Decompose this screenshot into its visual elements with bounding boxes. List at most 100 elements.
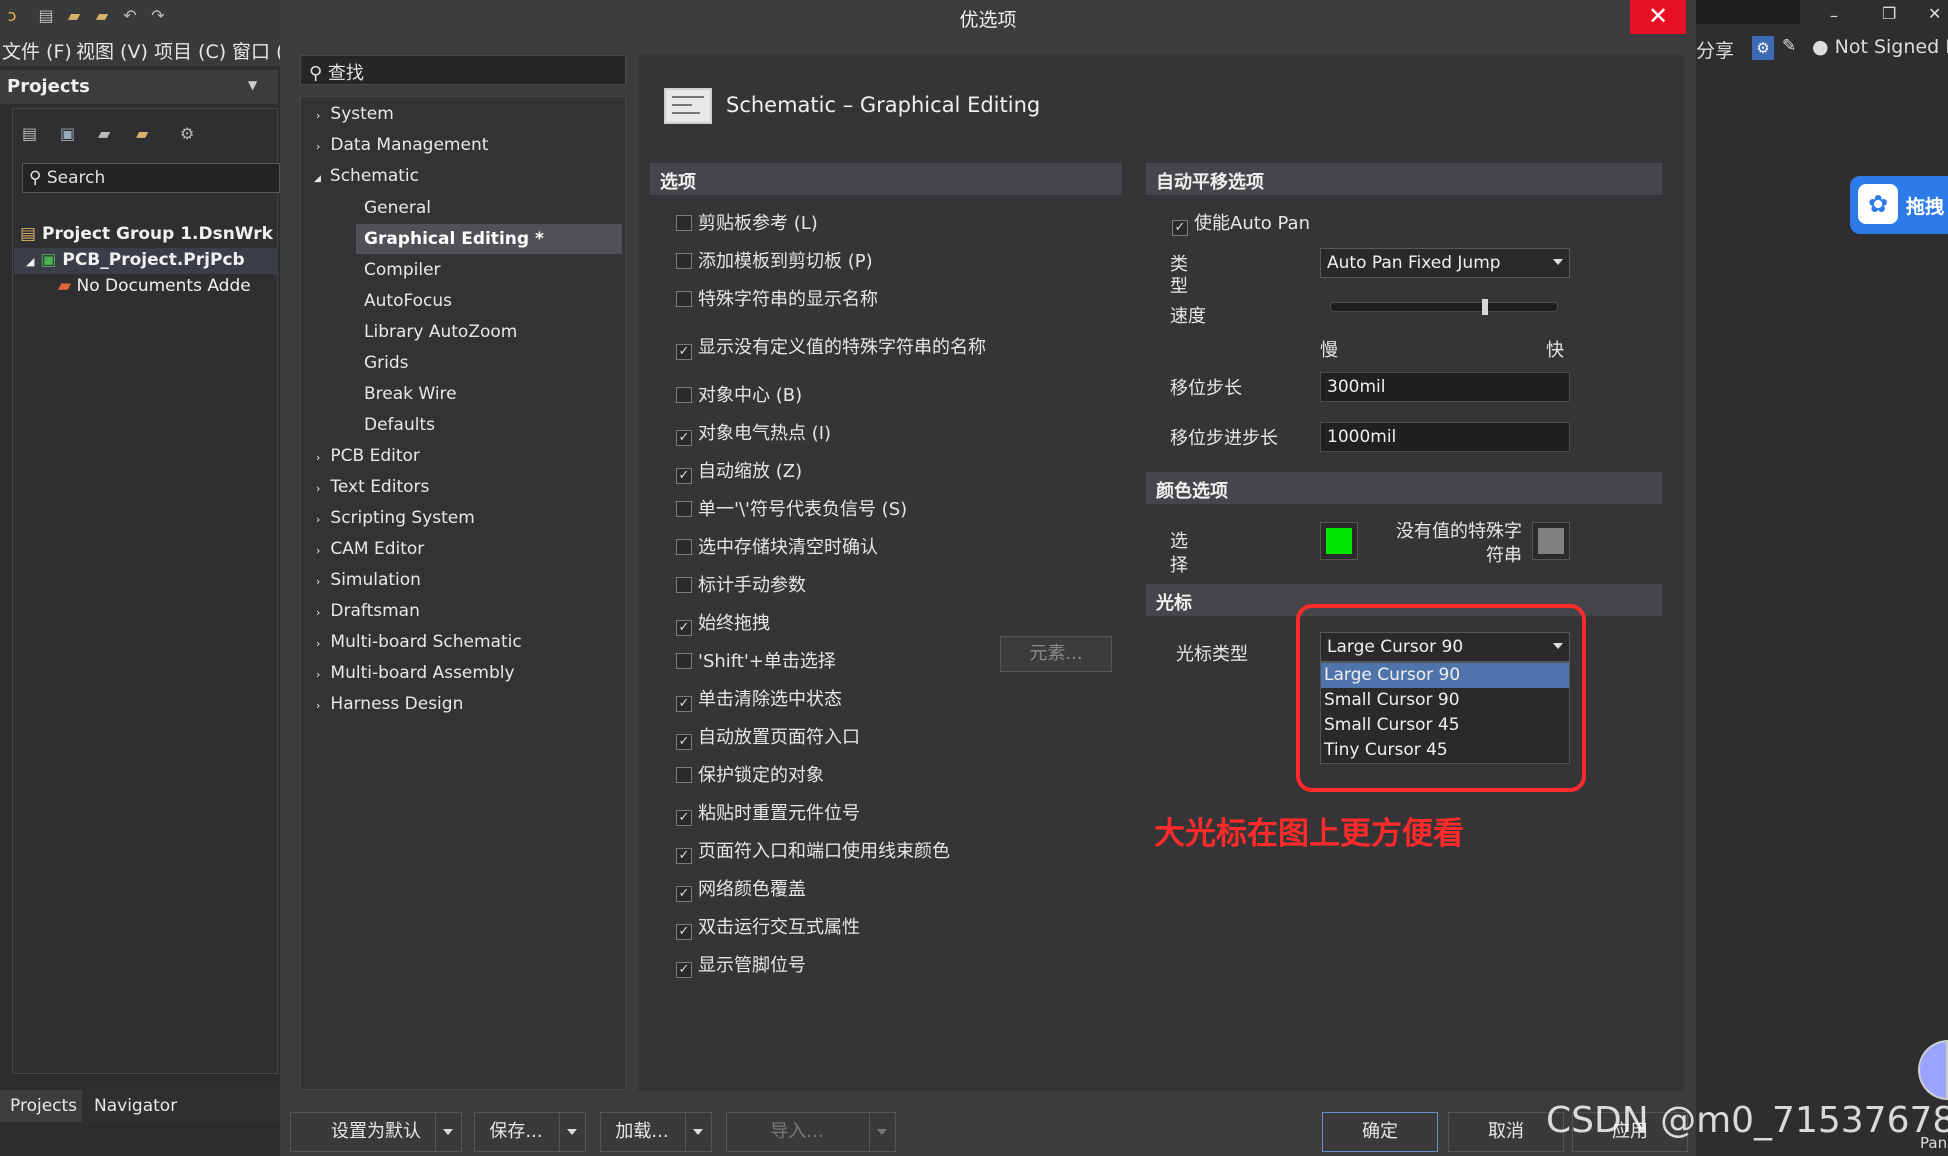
close-icon[interactable]: ✕ <box>1928 4 1941 23</box>
account-status[interactable]: ● Not Signed I <box>1812 36 1948 58</box>
option-checkbox[interactable]: 特殊字符串的显示名称 <box>676 288 878 312</box>
load-dropdown[interactable] <box>685 1113 711 1151</box>
notifications-icon[interactable]: ✎ <box>1782 36 1796 56</box>
option-checkbox[interactable]: ✓ 对象电气热点 (I) <box>676 422 831 446</box>
option-checkbox[interactable]: ✓ 双击运行交互式属性 <box>676 916 860 940</box>
nav-item-multi-board-assembly[interactable]: › Multi-board Assembly <box>316 663 515 683</box>
import-button[interactable]: 导入... <box>726 1112 896 1152</box>
nav-label: Draftsman <box>330 601 420 621</box>
set-default-button[interactable]: 设置为默认 <box>290 1112 462 1152</box>
redo-icon[interactable]: ↷ <box>148 6 168 26</box>
option-checkbox[interactable]: 'Shift'+单击选择 <box>676 650 836 674</box>
save-icon[interactable]: ▤ <box>22 124 37 143</box>
share-label[interactable]: 分享 <box>1696 36 1734 63</box>
ok-button[interactable]: 确定 <box>1322 1112 1438 1152</box>
load-button[interactable]: 加载... <box>600 1112 712 1152</box>
tree-item-project-group[interactable]: ▤ Project Group 1.DsnWrk <box>20 224 273 244</box>
nav-item-system[interactable]: › System <box>316 104 394 124</box>
cloud-drag-widget[interactable]: ✿ 拖拽 <box>1850 176 1948 234</box>
nav-item-harness-design[interactable]: › Harness Design <box>316 694 463 714</box>
checkbox-box: ✓ <box>676 620 692 636</box>
menu-window[interactable]: 窗口 ( <box>232 37 283 64</box>
nav-item-general[interactable]: General <box>364 198 431 218</box>
projects-panel-title: Projects <box>7 76 90 97</box>
set-default-dropdown[interactable] <box>435 1113 461 1151</box>
elements-button[interactable]: 元素... <box>1000 636 1112 672</box>
enable-autopan-checkbox[interactable]: ✓ 使能Auto Pan <box>1172 212 1310 236</box>
option-checkbox[interactable]: ✓ 单击清除选中状态 <box>676 688 842 712</box>
page-title: Schematic – Graphical Editing <box>726 93 1041 117</box>
menu-project[interactable]: 项目 (C) <box>154 37 226 64</box>
nav-item-multi-board-schematic[interactable]: › Multi-board Schematic <box>316 632 522 652</box>
option-checkbox[interactable]: ✓ 始终拖拽 <box>676 612 770 636</box>
import-dropdown[interactable] <box>869 1113 895 1151</box>
open-folder-icon[interactable]: ▰ <box>136 124 148 143</box>
option-checkbox[interactable]: ✓ 自动缩放 (Z) <box>676 460 802 484</box>
option-checkbox[interactable]: ✓ 显示没有定义值的特殊字符串的名称 <box>676 336 986 360</box>
projects-search-input[interactable]: ⚲ Search <box>22 163 280 193</box>
preferences-search-input[interactable]: ⚲ 查找 <box>300 55 626 85</box>
tree-item-no-documents[interactable]: ▰ No Documents Adde <box>58 276 251 296</box>
option-checkbox[interactable]: 标计手动参数 <box>676 574 806 598</box>
open-folder-icon[interactable]: ▰ <box>64 6 84 26</box>
nav-item-pcb-editor[interactable]: › PCB Editor <box>316 446 420 466</box>
autopan-speed-slider[interactable] <box>1330 299 1558 315</box>
option-checkbox[interactable]: ✓ 粘贴时重置元件位号 <box>676 802 860 826</box>
selection-color-swatch[interactable] <box>1320 522 1358 560</box>
nav-item-break-wire[interactable]: Break Wire <box>364 384 457 404</box>
save-button[interactable]: 保存... <box>474 1112 586 1152</box>
option-checkbox[interactable]: 添加模板到剪切板 (P) <box>676 250 873 274</box>
gear-icon[interactable]: ⚙ <box>180 124 194 143</box>
no-value-string-color-swatch[interactable] <box>1532 522 1570 560</box>
checkbox-label: 选中存储块清空时确认 <box>698 537 878 558</box>
save-project-icon[interactable]: ▣ <box>60 124 75 143</box>
nav-item-data-management[interactable]: › Data Management <box>316 135 488 155</box>
open-project-icon[interactable]: ▰ <box>92 6 112 26</box>
tab-navigator[interactable]: Navigator <box>84 1090 180 1122</box>
undo-icon[interactable]: ↶ <box>120 6 140 26</box>
option-checkbox[interactable]: 剪贴板参考 (L) <box>676 212 818 236</box>
shift-step-size-input[interactable]: 1000mil <box>1320 422 1570 452</box>
restore-icon[interactable]: ❐ <box>1882 4 1896 23</box>
close-button[interactable]: ✕ <box>1630 0 1686 34</box>
nav-item-grids[interactable]: Grids <box>364 353 409 373</box>
nav-item-text-editors[interactable]: › Text Editors <box>316 477 429 497</box>
panel-menu-chevron-icon[interactable]: ▼ <box>248 78 257 92</box>
nav-item-scripting-system[interactable]: › Scripting System <box>316 508 475 528</box>
nav-item-draftsman[interactable]: › Draftsman <box>316 601 420 621</box>
tab-projects[interactable]: Projects <box>0 1090 82 1122</box>
project-folder-icon[interactable]: ▰ <box>98 124 110 143</box>
option-checkbox[interactable]: ✓ 自动放置页面符入口 <box>676 726 860 750</box>
settings-gear-icon[interactable]: ⚙ <box>1752 36 1774 60</box>
step-size-label: 移位步长 <box>1170 378 1242 399</box>
nav-item-library-autozoom[interactable]: Library AutoZoom <box>364 322 517 342</box>
option-checkbox[interactable]: 选中存储块清空时确认 <box>676 536 878 560</box>
nav-item-graphical-editing[interactable]: Graphical Editing * <box>364 229 544 249</box>
slider-thumb[interactable] <box>1482 299 1488 315</box>
nav-item-autofocus[interactable]: AutoFocus <box>364 291 452 311</box>
nav-item-compiler[interactable]: Compiler <box>364 260 441 280</box>
autopan-type-select[interactable]: Auto Pan Fixed Jump <box>1320 248 1570 278</box>
cloud-icon: ✿ <box>1858 184 1898 224</box>
option-checkbox[interactable]: ✓ 页面符入口和端口使用线束颜色 <box>676 840 950 864</box>
nav-label: Simulation <box>330 570 421 590</box>
option-checkbox[interactable]: 对象中心 (B) <box>676 384 802 408</box>
nav-item-simulation[interactable]: › Simulation <box>316 570 421 590</box>
nav-item-cam-editor[interactable]: › CAM Editor <box>316 539 424 559</box>
step-size-input[interactable]: 300mil <box>1320 372 1570 402</box>
tree-item-pcb-project[interactable]: ◢ ▣ PCB_Project.PrjPcb <box>26 250 245 270</box>
nav-label: Scripting System <box>330 508 475 528</box>
checkbox-label: 使能Auto Pan <box>1194 213 1310 234</box>
nav-item-defaults[interactable]: Defaults <box>364 415 435 435</box>
option-checkbox[interactable]: ✓ 网络颜色覆盖 <box>676 878 806 902</box>
option-checkbox[interactable]: 单一'\'符号代表负信号 (S) <box>676 498 907 522</box>
save-all-icon[interactable]: ▤ <box>36 6 56 26</box>
minimize-icon[interactable]: – <box>1830 6 1838 25</box>
expand-arrow-icon[interactable]: ◢ <box>26 255 34 268</box>
menu-file[interactable]: 文件 (F) <box>2 37 72 64</box>
option-checkbox[interactable]: ✓ 显示管脚位号 <box>676 954 806 978</box>
nav-item-schematic[interactable]: ◢ Schematic <box>314 166 419 186</box>
menu-view[interactable]: 视图 (V) <box>76 37 148 64</box>
option-checkbox[interactable]: 保护锁定的对象 <box>676 764 824 788</box>
save-dropdown[interactable] <box>559 1113 585 1151</box>
